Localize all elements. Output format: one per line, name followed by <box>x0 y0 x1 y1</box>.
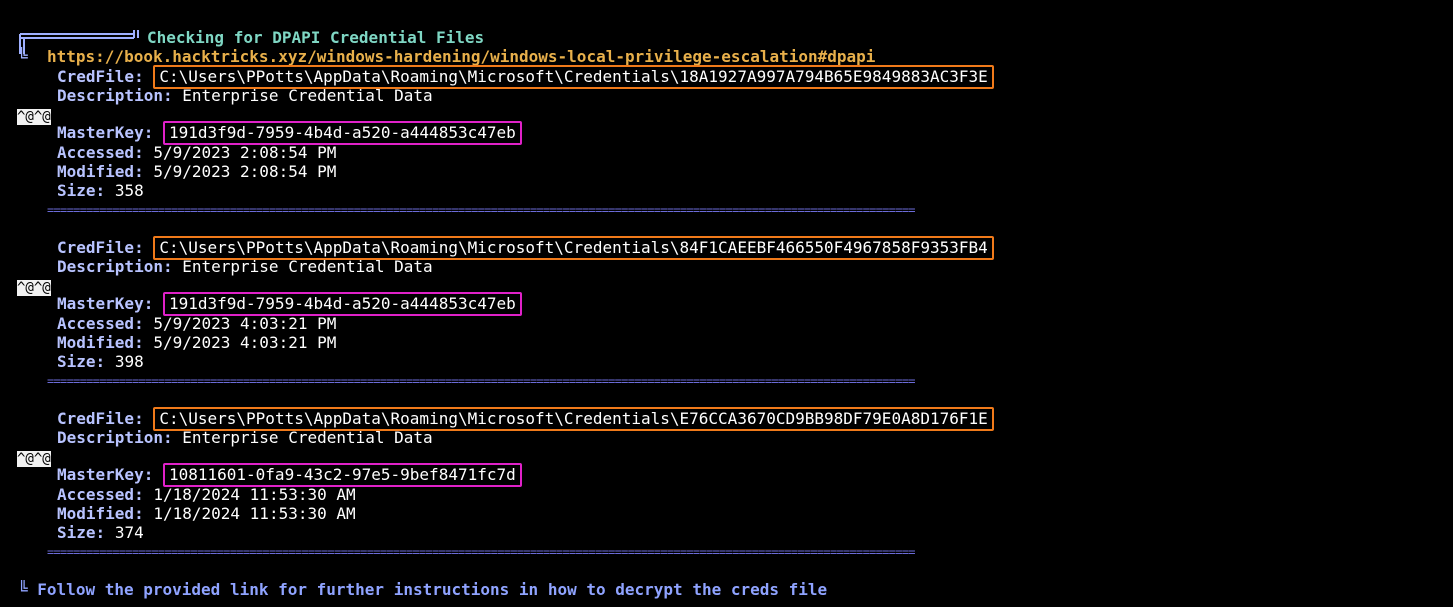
footer-corner-icon: ╚ <box>18 580 28 599</box>
masterkey-row: MasterKey: 191d3f9d-7959-4b4d-a520-a4448… <box>57 121 522 145</box>
description-label: Description: <box>57 257 173 276</box>
credfile-label: CredFile: <box>57 409 144 428</box>
accessed-row: Accessed: 5/9/2023 4:03:21 PM <box>57 314 336 333</box>
credfile-label: CredFile: <box>57 67 144 86</box>
corner-marker-icon: ╚ <box>18 47 28 66</box>
description-label: Description: <box>57 86 173 105</box>
description-row: Description: Enterprise Credential Data <box>57 86 433 105</box>
modified-value: 5/9/2023 4:03:21 PM <box>153 333 337 352</box>
section-title: Checking for DPAPI Credential Files <box>147 28 485 47</box>
footer-instructions: Follow the provided link for further ins… <box>37 580 828 599</box>
separator-line: ========================================… <box>47 374 915 388</box>
accessed-row: Accessed: 5/9/2023 2:08:54 PM <box>57 143 336 162</box>
credfile-label: CredFile: <box>57 238 144 257</box>
size-row: Size: 374 <box>57 523 144 542</box>
modified-label: Modified: <box>57 504 144 523</box>
modified-row: Modified: 1/18/2024 11:53:30 AM <box>57 504 356 523</box>
masterkey-label: MasterKey: <box>57 465 154 484</box>
description-row: Description: Enterprise Credential Data <box>57 257 433 276</box>
hacktricks-link[interactable]: https://book.hacktricks.xyz/windows-hard… <box>47 47 875 66</box>
description-value: Enterprise Credential Data <box>182 428 433 447</box>
masterkey-row: MasterKey: 191d3f9d-7959-4b4d-a520-a4448… <box>57 292 522 316</box>
separator-line: ========================================… <box>47 203 915 217</box>
modified-value: 1/18/2024 11:53:30 AM <box>153 504 356 523</box>
accessed-value: 5/9/2023 4:03:21 PM <box>153 314 337 333</box>
masterkey-value[interactable]: 191d3f9d-7959-4b4d-a520-a444853c47eb <box>162 292 522 316</box>
modified-value: 5/9/2023 2:08:54 PM <box>153 162 337 181</box>
masterkey-value[interactable]: 191d3f9d-7959-4b4d-a520-a444853c47eb <box>162 121 522 145</box>
masterkey-value[interactable]: 10811601-0fa9-43c2-97e5-9bef8471fc7d <box>162 463 522 487</box>
description-label: Description: <box>57 428 173 447</box>
size-value: 358 <box>114 181 144 200</box>
accessed-row: Accessed: 1/18/2024 11:53:30 AM <box>57 485 356 504</box>
control-chars: ^@^@ <box>17 109 51 125</box>
size-label: Size: <box>57 352 106 371</box>
control-chars: ^@^@ <box>17 280 51 296</box>
accessed-label: Accessed: <box>57 143 144 162</box>
footer-row: ╚ Follow the provided link for further i… <box>18 580 827 599</box>
accessed-value: 1/18/2024 11:53:30 AM <box>153 485 356 504</box>
modified-row: Modified: 5/9/2023 4:03:21 PM <box>57 333 336 352</box>
size-label: Size: <box>57 523 106 542</box>
description-value: Enterprise Credential Data <box>182 257 433 276</box>
accessed-label: Accessed: <box>57 485 144 504</box>
masterkey-label: MasterKey: <box>57 294 154 313</box>
masterkey-row: MasterKey: 10811601-0fa9-43c2-97e5-9bef8… <box>57 463 522 487</box>
accessed-value: 5/9/2023 2:08:54 PM <box>153 143 337 162</box>
size-row: Size: 398 <box>57 352 144 371</box>
modified-row: Modified: 5/9/2023 2:08:54 PM <box>57 162 336 181</box>
description-value: Enterprise Credential Data <box>182 86 433 105</box>
separator-line: ========================================… <box>47 545 915 559</box>
size-label: Size: <box>57 181 106 200</box>
size-value: 374 <box>114 523 144 542</box>
control-chars: ^@^@ <box>17 451 51 467</box>
size-value: 398 <box>114 352 144 371</box>
modified-label: Modified: <box>57 162 144 181</box>
modified-label: Modified: <box>57 333 144 352</box>
size-row: Size: 358 <box>57 181 144 200</box>
description-row: Description: Enterprise Credential Data <box>57 428 433 447</box>
masterkey-label: MasterKey: <box>57 123 154 142</box>
accessed-label: Accessed: <box>57 314 144 333</box>
